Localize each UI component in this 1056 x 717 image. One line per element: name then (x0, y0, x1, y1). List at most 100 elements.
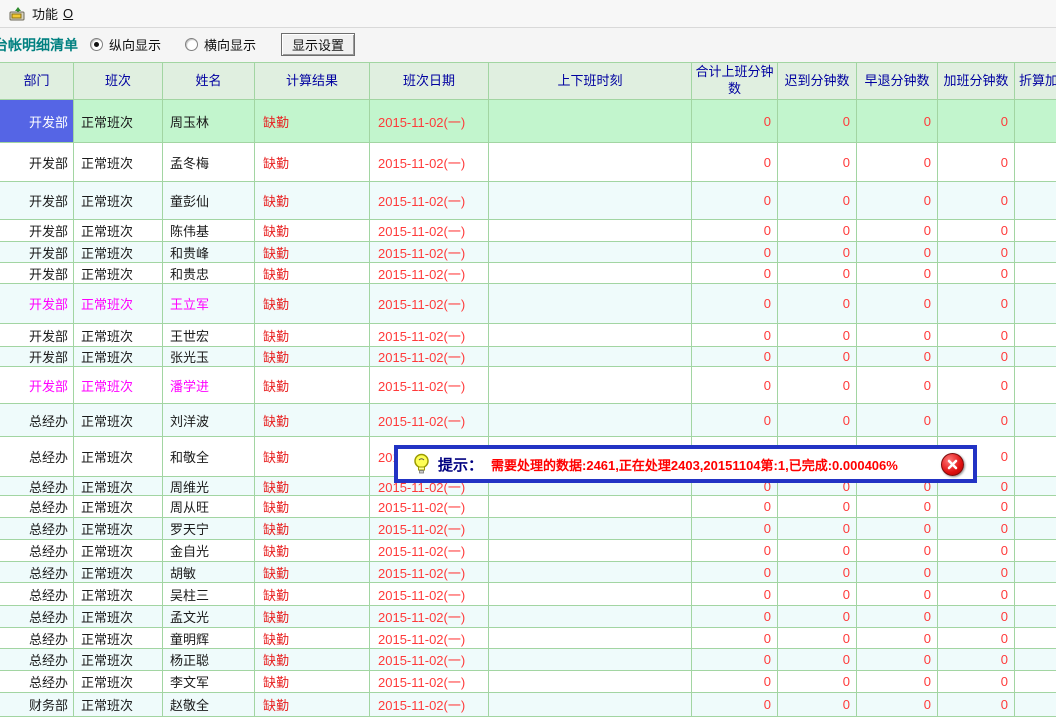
cell-late-minutes[interactable]: 0 (778, 606, 857, 628)
cell-shift[interactable]: 正常班次 (74, 437, 163, 477)
cell-early-minutes[interactable]: 0 (857, 220, 938, 242)
radio-horizontal-display[interactable]: 横向显示 (185, 35, 256, 54)
cell-shift[interactable]: 正常班次 (74, 367, 163, 404)
cell-date[interactable]: 2015-11-02(一) (370, 606, 489, 628)
cell-shift[interactable]: 正常班次 (74, 404, 163, 437)
cell-late-minutes[interactable]: 0 (778, 518, 857, 540)
cell-worktime[interactable] (489, 693, 692, 717)
cell-dept[interactable]: 总经办 (0, 606, 74, 628)
cell-late-minutes[interactable]: 0 (778, 324, 857, 347)
cell-dept[interactable]: 开发部 (0, 143, 74, 182)
table-row[interactable]: 开发部正常班次王立军缺勤2015-11-02(一)0000 (0, 284, 1056, 324)
cell-date[interactable]: 2015-11-02(一) (370, 263, 489, 284)
cell-late-minutes[interactable]: 0 (778, 540, 857, 562)
cell-dept[interactable]: 开发部 (0, 263, 74, 284)
cell-early-minutes[interactable]: 0 (857, 284, 938, 324)
cell-shift[interactable]: 正常班次 (74, 284, 163, 324)
cell-total-minutes[interactable]: 0 (692, 540, 778, 562)
cell-early-minutes[interactable]: 0 (857, 628, 938, 649)
cell-total-minutes[interactable]: 0 (692, 404, 778, 437)
cell-late-minutes[interactable]: 0 (778, 583, 857, 606)
cell-early-minutes[interactable]: 0 (857, 649, 938, 671)
cell-dept[interactable]: 开发部 (0, 182, 74, 220)
display-settings-button[interactable]: 显示设置 (281, 33, 355, 56)
cell-date[interactable]: 2015-11-02(一) (370, 367, 489, 404)
cell-name[interactable]: 赵敬全 (163, 693, 255, 717)
cell-overtime-minutes[interactable]: 0 (938, 518, 1015, 540)
cell-name[interactable]: 孟冬梅 (163, 143, 255, 182)
cell-late-minutes[interactable]: 0 (778, 220, 857, 242)
cell-overtime-minutes[interactable]: 0 (938, 628, 1015, 649)
cell-worktime[interactable] (489, 628, 692, 649)
cell-dept[interactable]: 总经办 (0, 404, 74, 437)
cell-total-minutes[interactable]: 0 (692, 649, 778, 671)
cell-result[interactable]: 缺勤 (255, 347, 370, 367)
cell-converted[interactable] (1015, 583, 1056, 606)
cell-overtime-minutes[interactable]: 0 (938, 496, 1015, 518)
cell-overtime-minutes[interactable]: 0 (938, 220, 1015, 242)
cell-dept[interactable]: 总经办 (0, 671, 74, 693)
cell-late-minutes[interactable]: 0 (778, 649, 857, 671)
cell-result[interactable]: 缺勤 (255, 628, 370, 649)
cell-overtime-minutes[interactable]: 0 (938, 562, 1015, 583)
cell-total-minutes[interactable]: 0 (692, 518, 778, 540)
cell-result[interactable]: 缺勤 (255, 671, 370, 693)
cell-late-minutes[interactable]: 0 (778, 404, 857, 437)
table-row[interactable]: 总经办正常班次周从旺缺勤2015-11-02(一)0000 (0, 496, 1056, 518)
cell-name[interactable]: 和敬全 (163, 437, 255, 477)
cell-shift[interactable]: 正常班次 (74, 263, 163, 284)
table-row[interactable]: 总经办正常班次童明辉缺勤2015-11-02(一)0000 (0, 628, 1056, 649)
table-row[interactable]: 总经办正常班次罗天宁缺勤2015-11-02(一)0000 (0, 518, 1056, 540)
cell-converted[interactable] (1015, 284, 1056, 324)
cell-result[interactable]: 缺勤 (255, 649, 370, 671)
cell-overtime-minutes[interactable]: 0 (938, 182, 1015, 220)
cell-shift[interactable]: 正常班次 (74, 518, 163, 540)
column-header[interactable]: 班次 (74, 62, 163, 100)
cell-worktime[interactable] (489, 671, 692, 693)
cell-worktime[interactable] (489, 404, 692, 437)
cell-converted[interactable] (1015, 649, 1056, 671)
cell-worktime[interactable] (489, 367, 692, 404)
table-row[interactable]: 总经办正常班次杨正聪缺勤2015-11-02(一)0000 (0, 649, 1056, 671)
table-row[interactable]: 开发部正常班次陈伟基缺勤2015-11-02(一)0000 (0, 220, 1056, 242)
column-header[interactable]: 加班分钟数 (938, 62, 1015, 100)
cell-result[interactable]: 缺勤 (255, 437, 370, 477)
cell-result[interactable]: 缺勤 (255, 693, 370, 717)
table-row[interactable]: 开发部正常班次张光玉缺勤2015-11-02(一)0000 (0, 347, 1056, 367)
cell-late-minutes[interactable]: 0 (778, 496, 857, 518)
cell-name[interactable]: 童明辉 (163, 628, 255, 649)
cell-name[interactable]: 陈伟基 (163, 220, 255, 242)
cell-worktime[interactable] (489, 242, 692, 263)
cell-overtime-minutes[interactable]: 0 (938, 347, 1015, 367)
column-header[interactable]: 班次日期 (370, 62, 489, 100)
cell-date[interactable]: 2015-11-02(一) (370, 583, 489, 606)
cell-worktime[interactable] (489, 143, 692, 182)
column-header[interactable]: 迟到分钟数 (778, 62, 857, 100)
cell-dept[interactable]: 开发部 (0, 324, 74, 347)
cell-early-minutes[interactable]: 0 (857, 182, 938, 220)
cell-shift[interactable]: 正常班次 (74, 606, 163, 628)
cell-overtime-minutes[interactable]: 0 (938, 143, 1015, 182)
cell-date[interactable]: 2015-11-02(一) (370, 540, 489, 562)
cell-worktime[interactable] (489, 606, 692, 628)
column-header[interactable]: 上下班时刻 (489, 62, 692, 100)
cell-shift[interactable]: 正常班次 (74, 693, 163, 717)
cell-dept[interactable]: 总经办 (0, 562, 74, 583)
cell-total-minutes[interactable]: 0 (692, 628, 778, 649)
cell-name[interactable]: 刘洋波 (163, 404, 255, 437)
cell-converted[interactable] (1015, 242, 1056, 263)
cell-total-minutes[interactable]: 0 (692, 693, 778, 717)
cell-early-minutes[interactable]: 0 (857, 693, 938, 717)
cell-early-minutes[interactable]: 0 (857, 496, 938, 518)
cell-worktime[interactable] (489, 540, 692, 562)
table-row[interactable]: 开发部正常班次潘学进缺勤2015-11-02(一)0000 (0, 367, 1056, 404)
cell-total-minutes[interactable]: 0 (692, 367, 778, 404)
cell-date[interactable]: 2015-11-02(一) (370, 242, 489, 263)
cell-result[interactable]: 缺勤 (255, 367, 370, 404)
cell-early-minutes[interactable]: 0 (857, 540, 938, 562)
cell-early-minutes[interactable]: 0 (857, 671, 938, 693)
cell-dept[interactable]: 财务部 (0, 693, 74, 717)
cell-shift[interactable]: 正常班次 (74, 496, 163, 518)
cell-date[interactable]: 2015-11-02(一) (370, 347, 489, 367)
cell-result[interactable]: 缺勤 (255, 540, 370, 562)
